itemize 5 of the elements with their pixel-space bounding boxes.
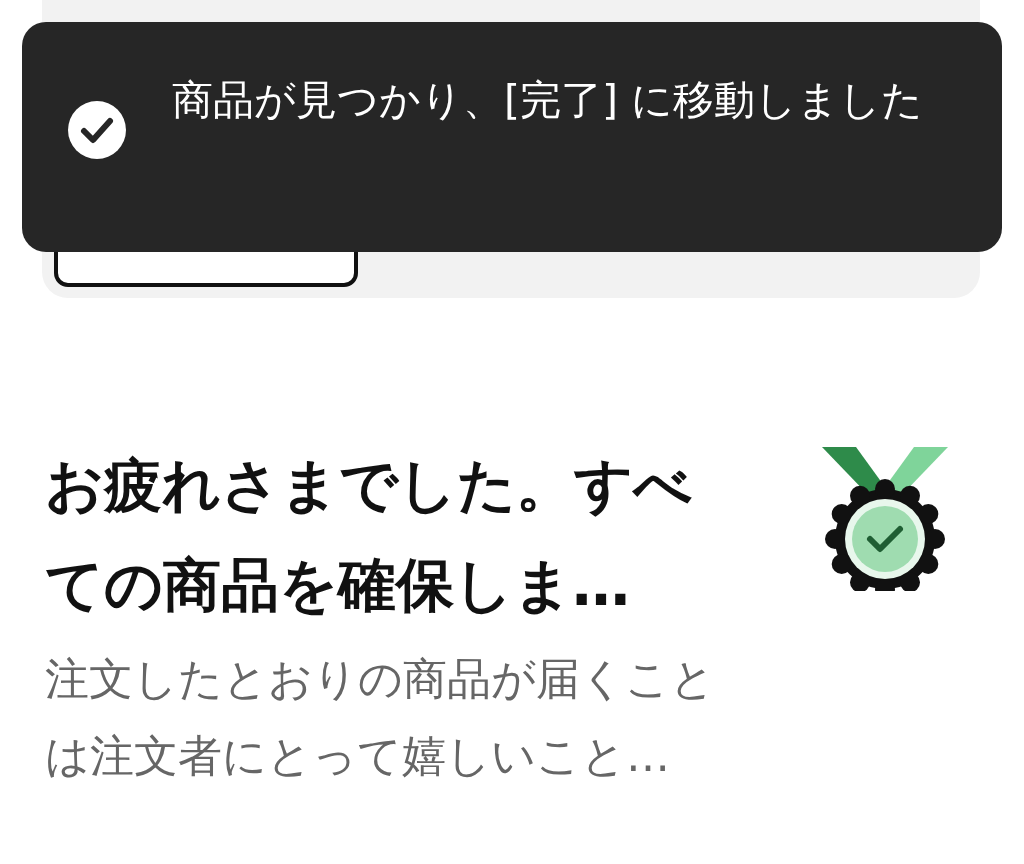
check-circle-icon <box>67 100 127 160</box>
medal-icon <box>822 447 948 591</box>
completion-description: 注文したとおりの商品が届くことは注文者にとって嬉しいこと… <box>45 652 715 783</box>
toast-message: 商品が見つかり、[完了] に移動しました <box>172 75 925 126</box>
completion-heading: お疲れさまでした。すべての商品を確保しま… <box>45 450 693 621</box>
